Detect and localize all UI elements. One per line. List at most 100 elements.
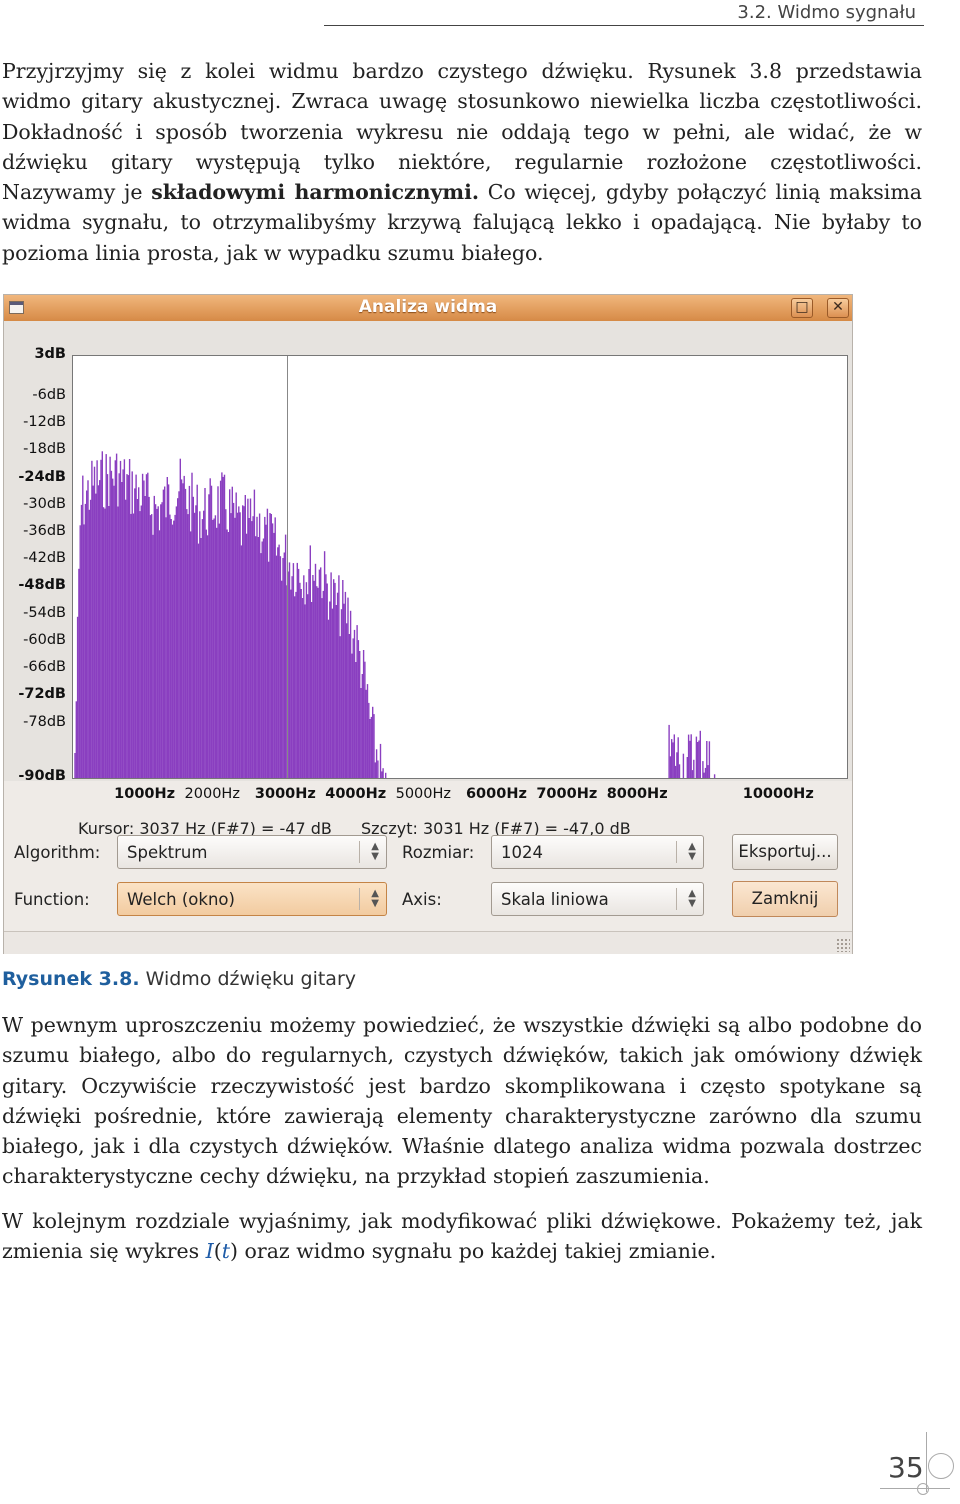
spectrum-bar xyxy=(125,499,127,778)
spectrum-bar xyxy=(134,488,136,778)
combo-separator xyxy=(359,841,360,863)
spectrum-bar xyxy=(101,451,103,778)
spectrum-bar xyxy=(166,477,168,778)
spectrum-bar xyxy=(385,772,387,778)
spectrum-bar xyxy=(344,591,347,778)
spectrum-bar xyxy=(248,518,250,778)
spectrum-bar xyxy=(673,734,675,778)
spectrum-bar xyxy=(235,492,237,778)
spectrum-bar xyxy=(355,662,357,778)
spectrum-bar xyxy=(147,472,149,778)
y-tick-label: -72dB xyxy=(18,686,66,703)
spectrum-bar xyxy=(74,753,76,778)
spectrum-bar xyxy=(193,512,196,778)
spectrum-bar xyxy=(157,506,159,778)
spectrum-bar xyxy=(686,757,688,778)
spectrum-bar xyxy=(287,571,289,778)
spectrum-bar xyxy=(330,572,332,778)
y-tick-label: -24dB xyxy=(18,468,66,485)
maximize-button[interactable]: □ xyxy=(791,298,813,318)
spectrum-bar xyxy=(180,479,183,778)
algorithm-value: Spektrum xyxy=(127,843,208,862)
spectrum-bar xyxy=(282,558,284,778)
spectrum-bar xyxy=(123,459,126,778)
function-select[interactable]: Welch (okno) ▲ ▼ xyxy=(117,882,387,916)
spectrum-bar xyxy=(112,478,114,778)
spectrum-bar xyxy=(226,529,228,778)
x-tick-label: 7000Hz xyxy=(536,786,598,802)
spectrum-bar xyxy=(80,504,83,778)
spectrum-bar xyxy=(86,490,88,778)
spectrum-bar xyxy=(269,513,271,778)
spectrum-bar xyxy=(139,511,141,778)
spectrum-bar xyxy=(164,486,166,778)
spectrum-bar xyxy=(669,756,672,778)
spectrum-bar xyxy=(356,625,358,778)
section-title: 3.2. Widmo sygnału xyxy=(737,2,916,23)
spectrum-bar xyxy=(274,517,276,778)
spectrum-bar xyxy=(206,535,209,778)
spectrum-bar xyxy=(96,460,98,778)
spectrum-bar xyxy=(110,470,113,778)
spectrum-bar xyxy=(119,460,122,778)
spectrum-bar xyxy=(128,459,131,778)
spectrum-bar xyxy=(677,737,679,778)
spectrum-bar xyxy=(240,545,243,778)
y-tick-label: -36dB xyxy=(23,522,66,539)
axis-select[interactable]: Skala liniowa ▲ ▼ xyxy=(491,882,704,916)
resize-grip-icon[interactable] xyxy=(836,938,850,952)
close-icon[interactable]: ✕ xyxy=(827,298,849,318)
export-button[interactable]: Eksportuj... xyxy=(732,834,838,870)
spectrum-bar xyxy=(249,498,252,778)
combo-separator xyxy=(676,888,677,910)
x-tick-label: 4000Hz xyxy=(325,786,387,802)
spectrum-bar xyxy=(104,508,106,778)
spectrum-bar xyxy=(340,609,343,778)
spectrum-bar xyxy=(178,491,180,778)
plot-area[interactable] xyxy=(72,355,848,779)
spectrum-bar xyxy=(89,499,92,778)
spectrum-bar xyxy=(372,706,374,778)
spectrum-bar xyxy=(214,515,217,778)
spectrum-bar xyxy=(192,496,194,778)
algorithm-select[interactable]: Spektrum ▲ ▼ xyxy=(117,835,387,869)
spectrum-bar xyxy=(93,466,96,778)
spectrum-bar xyxy=(325,574,327,778)
spectrum-bar xyxy=(676,752,678,778)
window-titlebar[interactable]: Analiza widma □ ✕ xyxy=(4,295,852,321)
spectrum-bar xyxy=(366,684,369,778)
spectrum-bar xyxy=(231,486,233,778)
combo-arrows-icon: ▲ ▼ xyxy=(688,888,696,909)
spectrum-bar xyxy=(253,489,256,778)
close-button[interactable]: Zamknij xyxy=(732,881,838,917)
window-statusbar xyxy=(4,931,852,954)
spectrum-bar xyxy=(167,484,170,778)
spectrum-bar xyxy=(190,531,192,778)
spectrum-bar xyxy=(292,563,295,778)
y-tick-label: -60dB xyxy=(23,631,66,648)
figure-caption: Rysunek 3.8. Widmo dźwięku gitary xyxy=(2,968,356,990)
y-tick-label: -42dB xyxy=(23,550,66,567)
spectrum-bar xyxy=(370,716,373,778)
spectrum-bar xyxy=(230,513,232,778)
size-select[interactable]: 1024 ▲ ▼ xyxy=(491,835,704,869)
spectrum-bar xyxy=(251,521,253,778)
spectrum-bar xyxy=(212,519,214,778)
spectrum-bar xyxy=(317,587,319,778)
spectrum-bar xyxy=(130,513,132,778)
spectrum-bar xyxy=(158,530,161,778)
spectrum-bar xyxy=(216,527,218,778)
cursor-line xyxy=(286,356,288,778)
spectrum-bar xyxy=(347,597,349,778)
spectrum-bar xyxy=(105,454,107,778)
spectrum-bar xyxy=(310,602,313,778)
spectrum-bar xyxy=(329,601,331,778)
paragraph-next: W kolejnym rozdziale wyjaśnimy, jak mody… xyxy=(2,1206,922,1267)
math-open: ( xyxy=(213,1239,222,1264)
spectrum-bar xyxy=(361,674,363,778)
spectrum-bar xyxy=(264,516,266,778)
spectrum-bar xyxy=(331,608,334,778)
spectrum-bar xyxy=(334,582,336,778)
spectrum-bar xyxy=(342,580,344,778)
spectrum-bar xyxy=(281,580,283,778)
